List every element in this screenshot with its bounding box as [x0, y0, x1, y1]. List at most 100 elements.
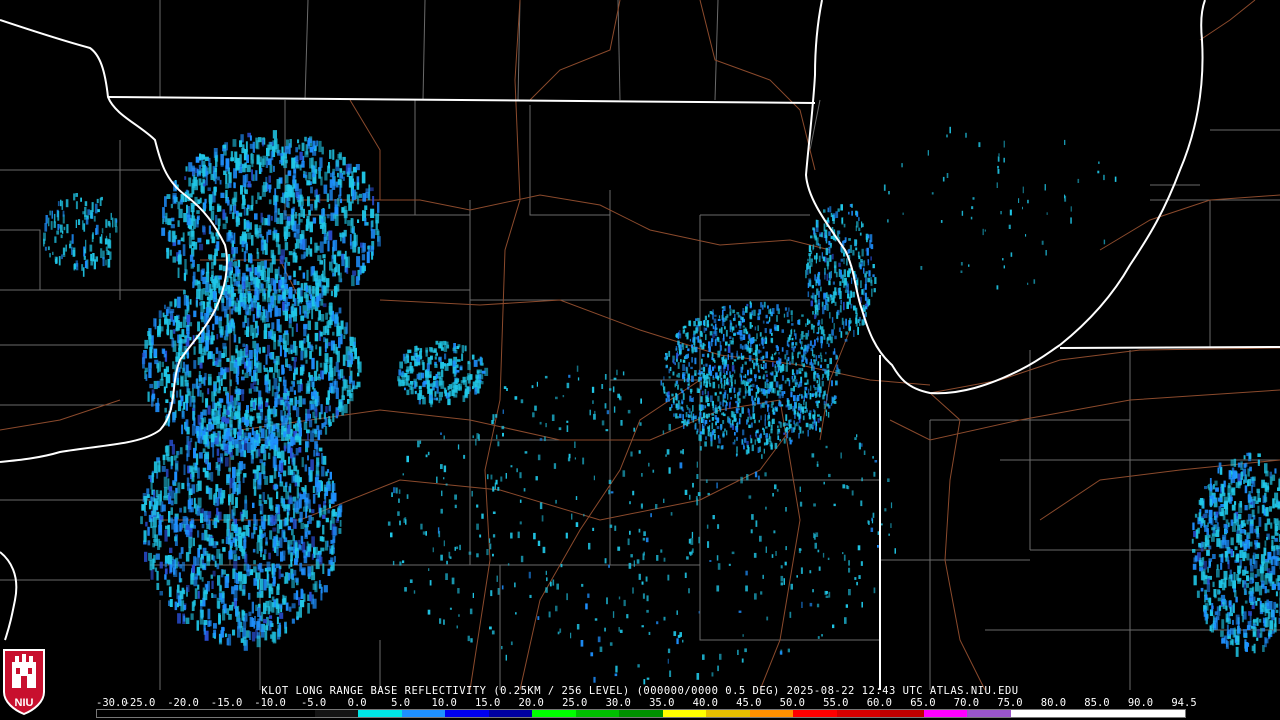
radar-echo-pixel	[804, 391, 806, 398]
radar-echo-pixel	[102, 257, 105, 267]
radar-echo-pixel	[168, 586, 172, 598]
radar-echo-pixel	[278, 622, 281, 635]
radar-echo-pixel	[91, 202, 94, 213]
radar-echo-pixel	[210, 538, 214, 546]
radar-echo-pixel	[162, 460, 166, 465]
radar-echo-pixel	[308, 508, 312, 513]
radar-echo-pixel	[711, 352, 714, 357]
radar-echo-pixel	[841, 317, 844, 325]
radar-echo-pixel	[405, 353, 409, 358]
radar-echo-pixel	[292, 175, 296, 184]
radar-echo-pixel	[230, 257, 233, 262]
radar-echo-pixel	[421, 359, 424, 365]
radar-echo-pixel	[201, 316, 205, 323]
radar-echo-pixel	[182, 244, 186, 256]
radar-echo-pixel	[805, 269, 807, 279]
radar-echo-pixel	[225, 633, 227, 638]
radar-echo-pixel	[410, 355, 415, 361]
radar-echo-pixel	[439, 377, 443, 386]
radar-echo-pixel	[786, 377, 790, 382]
radar-echo-pixel	[283, 210, 287, 220]
radar-echo-pixel	[151, 472, 154, 483]
radar-echo-pixel	[223, 306, 226, 311]
radar-echo-pixel	[186, 204, 188, 214]
radar-echo-pixel	[296, 487, 299, 499]
radar-echo-pixel	[695, 327, 698, 334]
radar-echo-pixel	[296, 281, 300, 286]
radar-echo-pixel	[250, 298, 254, 308]
radar-echo-pixel	[335, 159, 339, 167]
radar-echo-pixel	[298, 606, 302, 618]
radar-echo-pixel	[62, 210, 65, 217]
radar-echo-pixel	[759, 350, 762, 353]
radar-echo-pixel	[284, 262, 287, 274]
radar-echo-pixel	[315, 465, 319, 475]
radar-echo-pixel	[860, 500, 863, 507]
radar-echo-pixel	[814, 255, 816, 260]
radar-echo-pixel	[176, 602, 179, 608]
radar-echo-pixel	[831, 301, 833, 304]
radar-echo-pixel	[829, 206, 832, 213]
radar-echo-pixel	[678, 333, 682, 339]
radar-echo-pixel	[178, 208, 183, 219]
radar-echo-pixel	[273, 536, 277, 548]
radar-echo-pixel	[790, 328, 793, 335]
radar-echo-pixel	[211, 411, 214, 420]
radar-echo-pixel	[332, 149, 335, 160]
radar-echo-pixel	[810, 235, 813, 239]
radar-echo-pixel	[213, 623, 217, 629]
radar-echo-pixel	[720, 327, 723, 334]
radar-echo-pixel	[299, 511, 303, 522]
radar-echo-pixel	[232, 139, 237, 147]
radar-echo-pixel	[733, 333, 736, 336]
radar-echo-pixel	[274, 289, 278, 294]
radar-echo-pixel	[337, 250, 342, 256]
radar-echo-pixel	[337, 172, 339, 178]
radar-echo-pixel	[187, 482, 191, 491]
radar-echo-pixel	[786, 311, 789, 318]
radar-echo-pixel	[320, 586, 323, 594]
radar-echo-pixel	[844, 289, 848, 293]
radar-echo-pixel	[282, 393, 287, 400]
radar-echo-pixel	[568, 453, 571, 459]
radar-echo-pixel	[814, 274, 816, 281]
radar-echo-pixel	[243, 206, 246, 216]
radar-echo-pixel	[324, 343, 327, 353]
radar-echo-pixel	[822, 256, 825, 262]
radar-echo-pixel	[178, 340, 182, 350]
radar-echo-pixel	[285, 602, 289, 611]
radar-echo-pixel	[181, 482, 185, 490]
radar-echo-pixel	[302, 488, 306, 492]
radar-echo-pixel	[835, 211, 839, 218]
radar-echo-pixel	[438, 397, 442, 401]
radar-echo-pixel	[271, 322, 275, 330]
radar-echo-pixel	[429, 388, 433, 396]
radar-echo-pixel	[206, 262, 210, 274]
radar-echo-pixel	[272, 148, 277, 153]
radar-echo-pixel	[335, 284, 340, 292]
radar-echo-pixel	[343, 205, 347, 216]
radar-echo-pixel	[269, 352, 273, 359]
radar-echo-pixel	[711, 430, 714, 436]
radar-echo-pixel	[750, 384, 752, 387]
radar-echo-pixel	[792, 379, 795, 383]
radar-echo-pixel	[212, 570, 216, 577]
radar-echo-pixel	[867, 277, 870, 283]
radar-echo-pixel	[217, 457, 222, 463]
radar-echo-pixel	[229, 419, 233, 428]
radar-echo-pixel	[742, 318, 745, 323]
radar-echo-pixel	[300, 206, 304, 217]
radar-echo-pixel	[698, 404, 701, 411]
radar-echo-pixel	[791, 375, 793, 380]
radar-echo-pixel	[260, 283, 264, 289]
radar-echo-pixel	[726, 370, 728, 375]
radar-echo-pixel	[196, 430, 199, 437]
radar-echo-pixel	[341, 405, 345, 416]
radar-echo-pixel	[794, 346, 796, 349]
radar-echo-pixel	[326, 214, 330, 219]
radar-echo-pixel	[208, 194, 213, 203]
radar-echo-pixel	[767, 404, 769, 409]
radar-echo-pixel	[198, 544, 202, 550]
radar-echo-pixel	[256, 470, 259, 481]
radar-echo-pixel	[332, 381, 336, 393]
